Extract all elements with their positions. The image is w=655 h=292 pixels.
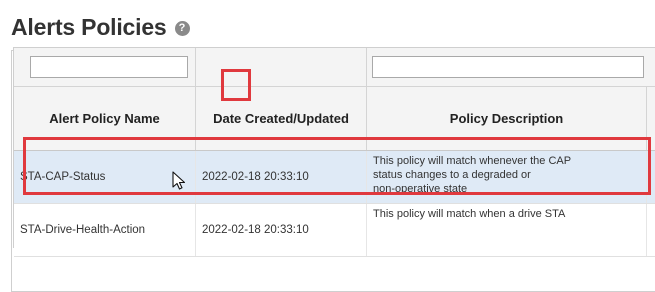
column-header-date[interactable]: Date Created/Updated [196,87,367,150]
policy-description-cell: This policy will match when a drive STA [367,204,647,256]
filter-separator [366,48,367,86]
header-row: Alert Policy Name Date Created/Updated P… [14,87,655,151]
policy-date-cell: 2022-02-18 20:33:10 [196,151,367,203]
policies-grid: Alert Policy Name Date Created/Updated P… [13,47,655,257]
page-title: Alerts Policies [11,13,167,40]
table-row[interactable]: STA-CAP-Status 2022-02-18 20:33:10 This … [14,151,655,204]
mouse-cursor-icon [172,171,186,190]
filter-input-description[interactable] [372,56,644,78]
filter-separator [195,48,196,86]
filter-row [14,48,655,87]
policy-description-cell: This policy will match whenever the CAP … [367,151,647,203]
column-header-name[interactable]: Alert Policy Name [14,87,196,150]
title-row: Alerts Policies ? [11,12,190,42]
filter-input-name[interactable] [30,56,188,78]
help-icon[interactable]: ? [174,21,190,36]
policy-name-cell: STA-Drive-Health-Action [14,204,196,256]
column-header-description[interactable]: Policy Description [367,87,647,150]
policy-name-cell: STA-CAP-Status [14,151,196,203]
table-row[interactable]: STA-Drive-Health-Action 2022-02-18 20:33… [14,204,655,257]
policy-date-cell: 2022-02-18 20:33:10 [196,204,367,256]
